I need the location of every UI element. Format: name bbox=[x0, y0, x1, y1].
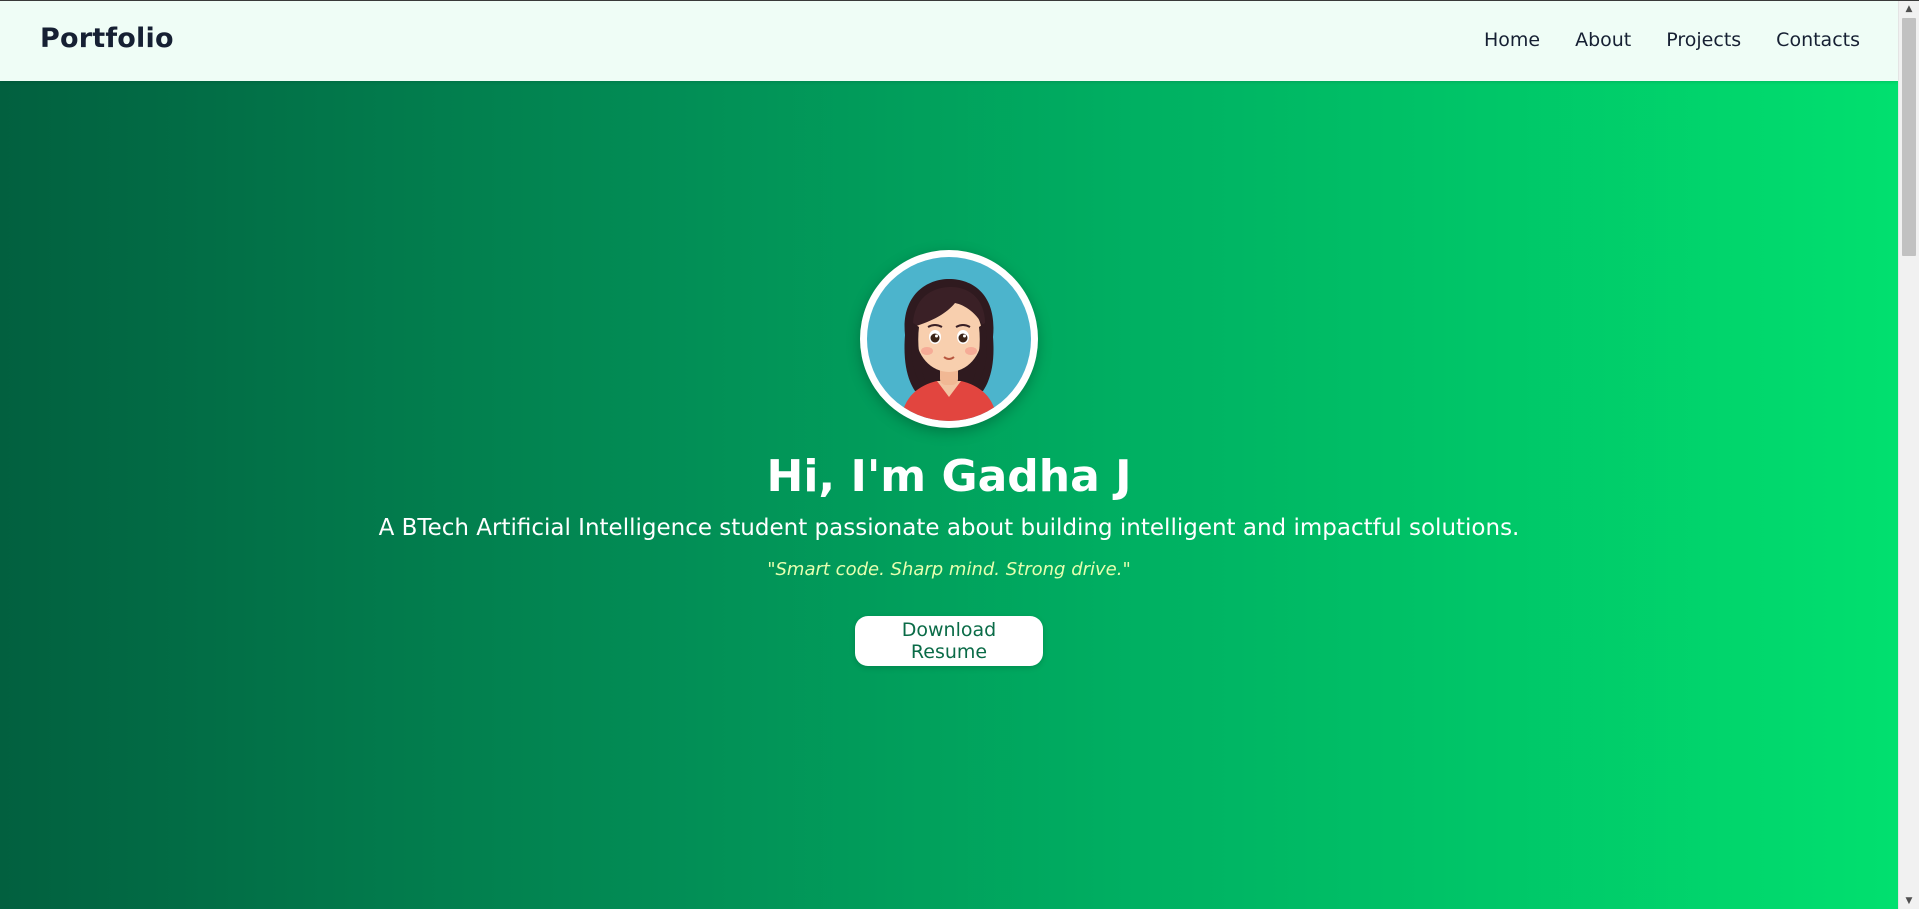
download-resume-button[interactable]: Download Resume bbox=[855, 616, 1043, 666]
triangle-down-icon[interactable]: ▼ bbox=[1899, 893, 1919, 909]
browser-viewport: Portfolio Home About Projects Contacts H… bbox=[0, 0, 1919, 909]
nav-links: Home About Projects Contacts bbox=[1484, 29, 1860, 51]
hero-subtitle: A BTech Artificial Intelligence student … bbox=[378, 515, 1520, 541]
triangle-up-icon[interactable]: ▲ bbox=[1899, 1, 1919, 18]
hero-title: Hi, I'm Gadha J bbox=[766, 451, 1132, 502]
avatar-girl-icon bbox=[867, 257, 1031, 421]
avatar bbox=[860, 250, 1038, 428]
nav-link-about[interactable]: About bbox=[1575, 29, 1631, 51]
brand-logo-text[interactable]: Portfolio bbox=[40, 23, 174, 54]
nav-link-home[interactable]: Home bbox=[1484, 29, 1540, 51]
nav-link-projects[interactable]: Projects bbox=[1666, 29, 1741, 51]
vertical-scrollbar[interactable]: ▲ ▼ bbox=[1898, 1, 1919, 909]
top-navbar: Portfolio Home About Projects Contacts bbox=[0, 1, 1898, 81]
hero-section: Hi, I'm Gadha J A BTech Artificial Intel… bbox=[0, 81, 1898, 909]
hero-quote: "Smart code. Sharp mind. Strong drive." bbox=[767, 559, 1131, 580]
scrollbar-thumb[interactable] bbox=[1902, 18, 1916, 256]
nav-link-contacts[interactable]: Contacts bbox=[1776, 29, 1860, 51]
portfolio-page: Portfolio Home About Projects Contacts H… bbox=[0, 1, 1898, 909]
